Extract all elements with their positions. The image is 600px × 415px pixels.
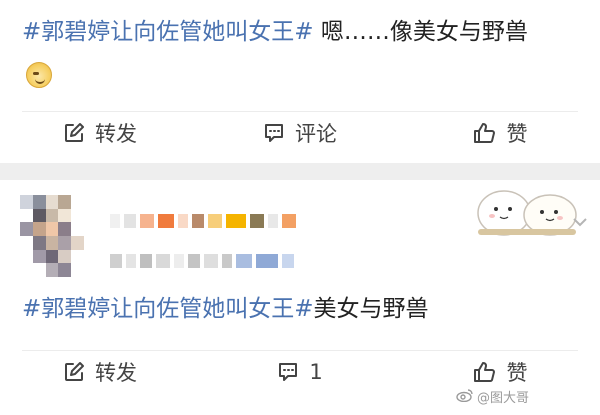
post-2-comment-button[interactable]: 1 bbox=[200, 350, 400, 394]
post-card-1: #郭碧婷让向佐管她叫女王# 嗯……像美女与野兽 转发 评论 赞 bbox=[0, 0, 600, 163]
post-2-body: 美女与野兽 bbox=[313, 296, 429, 322]
thumbs-up-icon bbox=[473, 361, 497, 383]
thumbs-up-icon bbox=[473, 122, 497, 144]
watermark-text: @图大哥 bbox=[477, 391, 530, 406]
post-2-like-label: 赞 bbox=[506, 361, 528, 385]
chevron-down-icon[interactable] bbox=[572, 212, 588, 231]
post-2-text: #郭碧婷让向佐管她叫女王#美女与野兽 bbox=[22, 294, 429, 324]
post-1-repost-button[interactable]: 转发 bbox=[0, 111, 200, 155]
post-2-comment-count: 1 bbox=[309, 360, 323, 384]
weibo-logo-icon bbox=[456, 388, 474, 406]
avatar[interactable] bbox=[20, 195, 84, 277]
post-meta-blurred bbox=[110, 254, 390, 272]
edit-square-icon bbox=[63, 122, 85, 144]
post-2-topic-link[interactable]: #郭碧婷让向佐管她叫女王# bbox=[22, 296, 314, 322]
post-1-text: #郭碧婷让向佐管她叫女王# 嗯……像美女与野兽 bbox=[22, 17, 528, 47]
post-1-comment-label: 评论 bbox=[295, 122, 337, 146]
post-1-body: 嗯……像美女与野兽 bbox=[313, 19, 528, 45]
comment-bubble-icon bbox=[277, 361, 299, 383]
comment-bubble-icon bbox=[263, 122, 285, 144]
smirk-emoji-icon bbox=[26, 62, 52, 88]
edit-square-icon bbox=[63, 361, 85, 383]
post-1-comment-button[interactable]: 评论 bbox=[200, 111, 400, 155]
post-1-like-label: 赞 bbox=[506, 122, 528, 146]
post-1-action-bar: 转发 评论 赞 bbox=[0, 111, 600, 155]
watermark: @图大哥 bbox=[456, 387, 529, 406]
post-1-like-button[interactable]: 赞 bbox=[400, 111, 600, 155]
post-1-topic-link[interactable]: #郭碧婷让向佐管她叫女王# bbox=[22, 19, 314, 45]
post-2-repost-label: 转发 bbox=[95, 361, 137, 385]
cartoon-bears-sticker-icon bbox=[472, 185, 584, 237]
username-blurred[interactable] bbox=[110, 214, 390, 232]
post-1-repost-label: 转发 bbox=[95, 122, 137, 146]
post-2-repost-button[interactable]: 转发 bbox=[0, 350, 200, 394]
